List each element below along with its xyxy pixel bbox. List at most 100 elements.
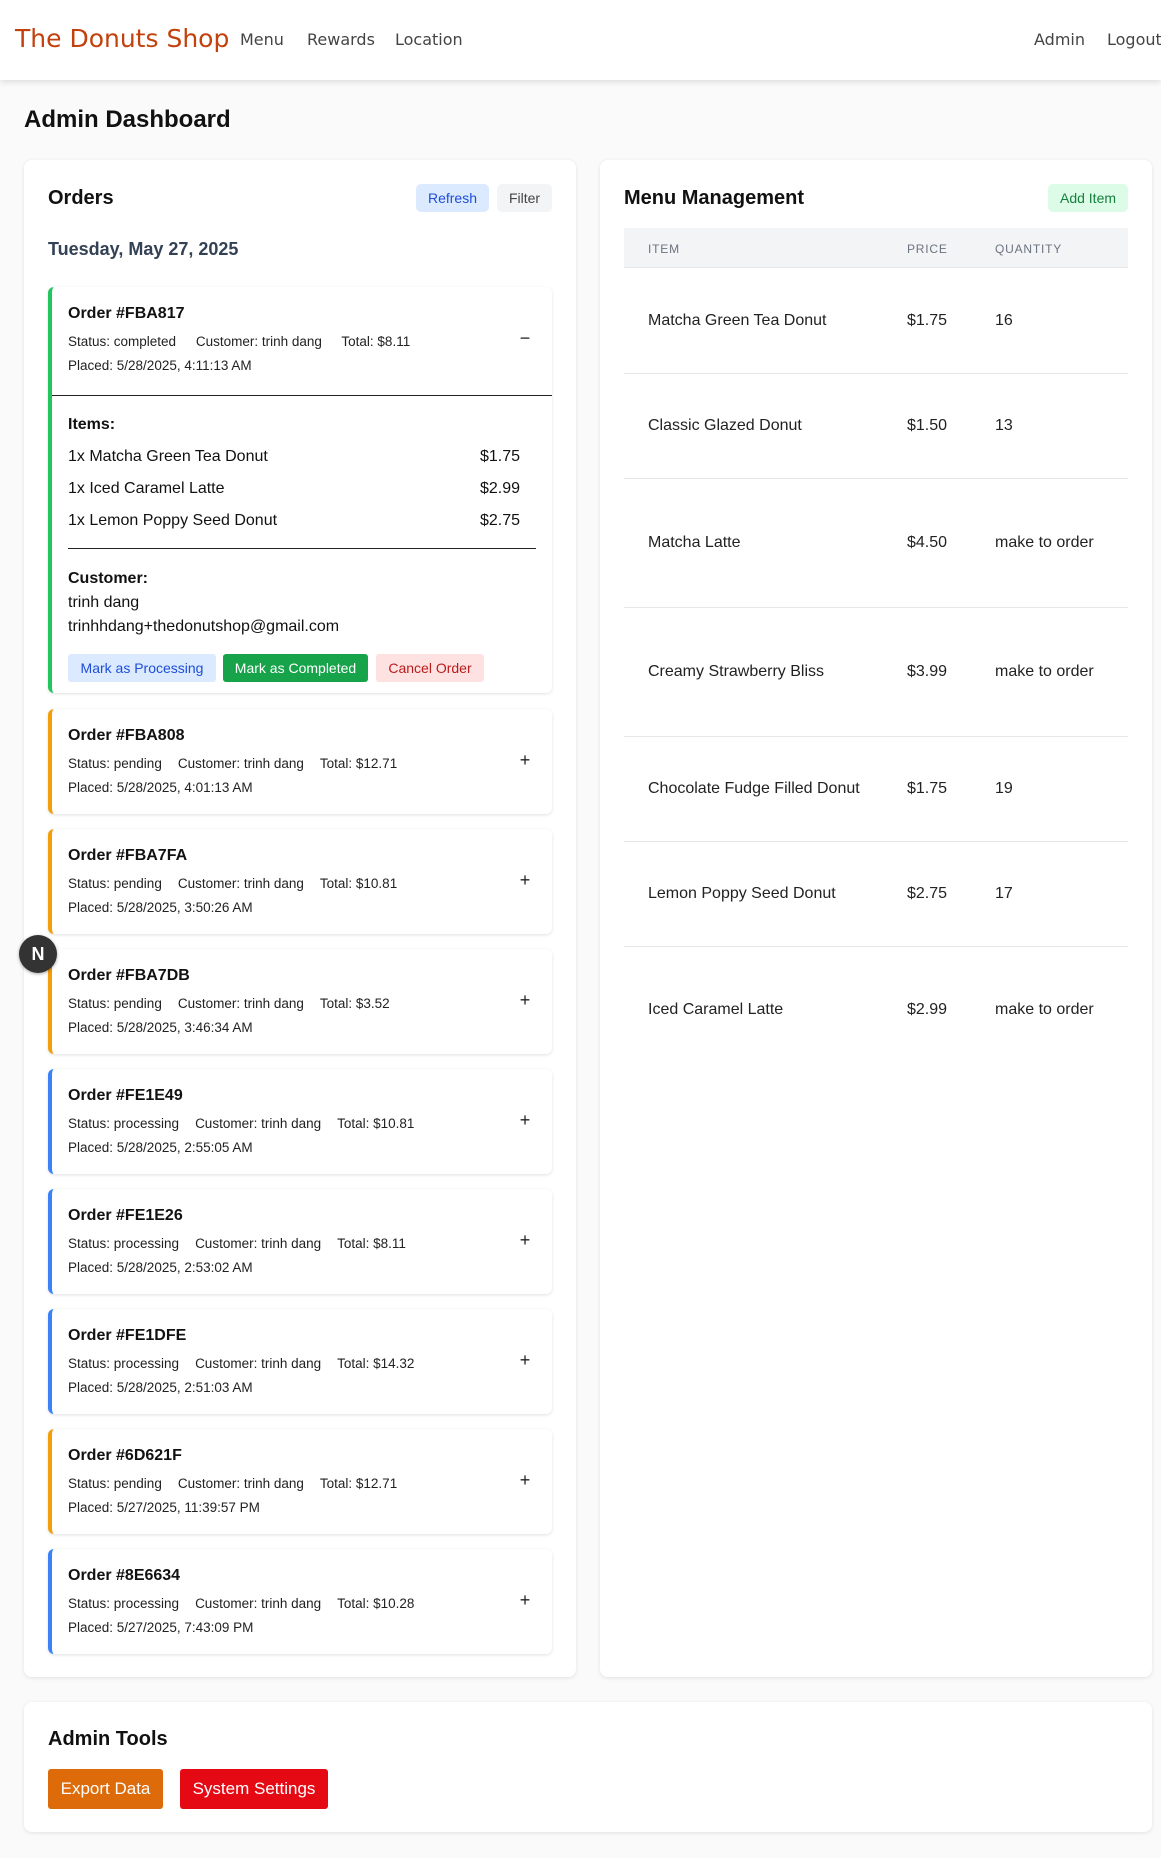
table-row: Matcha Green Tea Donut $1.75 16: [624, 269, 1128, 374]
order-status: Status: completed: [68, 334, 177, 349]
menu-item-price: $2.99: [907, 1001, 948, 1018]
order-id: Order #FE1E49: [68, 1087, 183, 1104]
table-row: Creamy Strawberry Bliss $3.99 make to or…: [624, 608, 1128, 737]
menu-item-price: $1.75: [907, 312, 948, 329]
menu-item-name: Creamy Strawberry Bliss: [648, 663, 825, 680]
order-status: Status: pending: [68, 1476, 162, 1491]
order-card[interactable]: Order #FBA808 Status: pending Customer: t…: [48, 709, 552, 814]
order-customer: Customer: trinh dang: [177, 996, 304, 1011]
order-id: Order #FBA7DB: [68, 967, 190, 984]
export-data-button[interactable]: Export Data: [48, 1769, 163, 1809]
menu-title: Menu Management: [624, 187, 805, 209]
order-item-name: 1x Lemon Poppy Seed Donut: [68, 512, 278, 529]
order-total: Total: $14.32: [337, 1356, 415, 1371]
customer-heading: Customer:: [68, 570, 149, 587]
order-meta: Status: processing Customer: trinh dang To…: [68, 1116, 430, 1131]
order-card[interactable]: Order #6D621F Status: pending Customer: t…: [48, 1429, 552, 1534]
order-card[interactable]: Order #8E6634 Status: processing Customer…: [48, 1549, 552, 1654]
brand-logo[interactable]: The Donuts Shop: [15, 24, 229, 53]
order-meta: Status: pending Customer: trinh dang Total…: [68, 996, 406, 1011]
menu-item-name: Chocolate Fudge Filled Donut: [648, 780, 860, 797]
order-customer: Customer: trinh dang: [195, 1236, 322, 1251]
menu-item-quantity: 19: [995, 780, 1013, 797]
order-placed: Placed: 5/28/2025, 4:01:13 AM: [68, 780, 253, 795]
expand-icon[interactable]: +: [514, 1229, 536, 1251]
order-item-price: $1.75: [479, 448, 520, 465]
menu-table-header: ITEM PRICE QUANTITY: [624, 228, 1128, 268]
expand-icon[interactable]: +: [514, 1469, 536, 1491]
nav-link-logout[interactable]: Logout: [1107, 30, 1161, 49]
orders-date: Tuesday, May 27, 2025: [48, 239, 239, 259]
expand-icon[interactable]: +: [514, 1349, 536, 1371]
nav-link-admin[interactable]: Admin: [1034, 30, 1085, 49]
dev-tools-badge[interactable]: N: [19, 935, 57, 973]
order-placed: Placed: 5/28/2025, 3:46:34 AM: [68, 1020, 253, 1035]
order-customer: Customer: trinh dang: [177, 756, 304, 771]
menu-item-quantity: make to order: [995, 534, 1094, 551]
order-customer: Customer: trinh dang: [177, 1476, 304, 1491]
order-id: Order #FE1DFE: [68, 1327, 187, 1344]
order-total: Total: $12.71: [319, 1476, 398, 1491]
order-meta: Status: pending Customer: trinh dang Total…: [68, 1476, 413, 1491]
menu-item-price: $3.99: [907, 663, 948, 680]
order-item: 1x Lemon Poppy Seed Donut $2.75: [68, 512, 536, 530]
mark-completed-button[interactable]: Mark as Completed: [223, 654, 368, 682]
table-row: Classic Glazed Donut $1.50 13: [624, 374, 1128, 479]
order-status: Status: pending: [68, 876, 162, 891]
order-total: Total: $10.81: [337, 1116, 415, 1131]
order-id: Order #FBA817: [68, 305, 185, 322]
filter-button[interactable]: Filter: [497, 184, 552, 212]
order-status: Status: processing: [68, 1236, 180, 1251]
order-card[interactable]: Order #FE1DFE Status: processing Customer…: [48, 1309, 552, 1414]
menu-item-quantity: 13: [995, 417, 1013, 434]
order-details: Items: 1x Matcha Green Tea Donut $1.75 1…: [52, 395, 552, 682]
add-item-button[interactable]: Add Item: [1048, 184, 1128, 212]
admin-tools-card: [24, 1702, 1152, 1832]
order-card[interactable]: Order #FE1E26 Status: processing Customer…: [48, 1189, 552, 1294]
expand-icon[interactable]: +: [514, 1109, 536, 1131]
order-item: 1x Matcha Green Tea Donut $1.75: [68, 448, 536, 466]
order-placed: Placed: 5/28/2025, 3:50:26 AM: [68, 900, 253, 915]
cancel-order-button[interactable]: Cancel Order: [376, 654, 484, 682]
nav-link-menu[interactable]: Menu: [240, 30, 284, 49]
order-status: Status: processing: [68, 1356, 180, 1371]
menu-item-price: $1.50: [907, 417, 948, 434]
expand-icon[interactable]: +: [514, 1589, 536, 1611]
menu-item-name: Lemon Poppy Seed Donut: [648, 885, 836, 902]
order-card[interactable]: Order #FBA7DB Status: pending Customer: t…: [48, 949, 552, 1054]
order-total: Total: $12.71: [319, 756, 398, 771]
table-row: Chocolate Fudge Filled Donut $1.75 19: [624, 737, 1128, 842]
mark-processing-button[interactable]: Mark as Processing: [68, 654, 216, 682]
menu-item-quantity: 17: [995, 885, 1013, 902]
nav-link-location[interactable]: Location: [395, 30, 463, 49]
table-row: Iced Caramel Latte $2.99 make to order: [624, 947, 1128, 1075]
refresh-button[interactable]: Refresh: [416, 184, 489, 212]
order-customer: Customer: trinh dang: [177, 876, 304, 891]
order-item-name: 1x Iced Caramel Latte: [68, 480, 225, 497]
expand-icon[interactable]: +: [514, 869, 536, 891]
page-title: Admin Dashboard: [24, 106, 231, 133]
nav-link-rewards[interactable]: Rewards: [307, 30, 375, 49]
collapse-icon[interactable]: −: [514, 327, 536, 349]
order-status: Status: processing: [68, 1596, 180, 1611]
order-card[interactable]: Order #FE1E49 Status: processing Customer…: [48, 1069, 552, 1174]
divider: [68, 548, 536, 549]
column-header-item: ITEM: [648, 242, 680, 256]
order-meta: Status: completed Customer: trinh dang T…: [68, 334, 426, 349]
order-total: Total: $10.28: [337, 1596, 415, 1611]
order-total: Total: $8.11: [337, 1236, 406, 1251]
menu-item-name: Matcha Green Tea Donut: [648, 312, 827, 329]
admin-tools-title: Admin Tools: [48, 1728, 168, 1750]
customer-name: trinh dang: [68, 594, 140, 611]
order-customer: Customer: trinh dang: [195, 1356, 322, 1371]
order-item-name: 1x Matcha Green Tea Donut: [68, 448, 268, 465]
system-settings-button[interactable]: System Settings: [180, 1769, 328, 1809]
expand-icon[interactable]: +: [514, 749, 536, 771]
column-header-price: PRICE: [907, 242, 948, 256]
order-total: Total: $10.81: [319, 876, 398, 891]
order-card[interactable]: Order #FBA7FA Status: pending Customer: t…: [48, 829, 552, 934]
order-status: Status: pending: [68, 756, 162, 771]
expand-icon[interactable]: +: [514, 989, 536, 1011]
column-header-quantity: QUANTITY: [995, 242, 1063, 256]
menu-item-quantity: 16: [995, 312, 1013, 329]
